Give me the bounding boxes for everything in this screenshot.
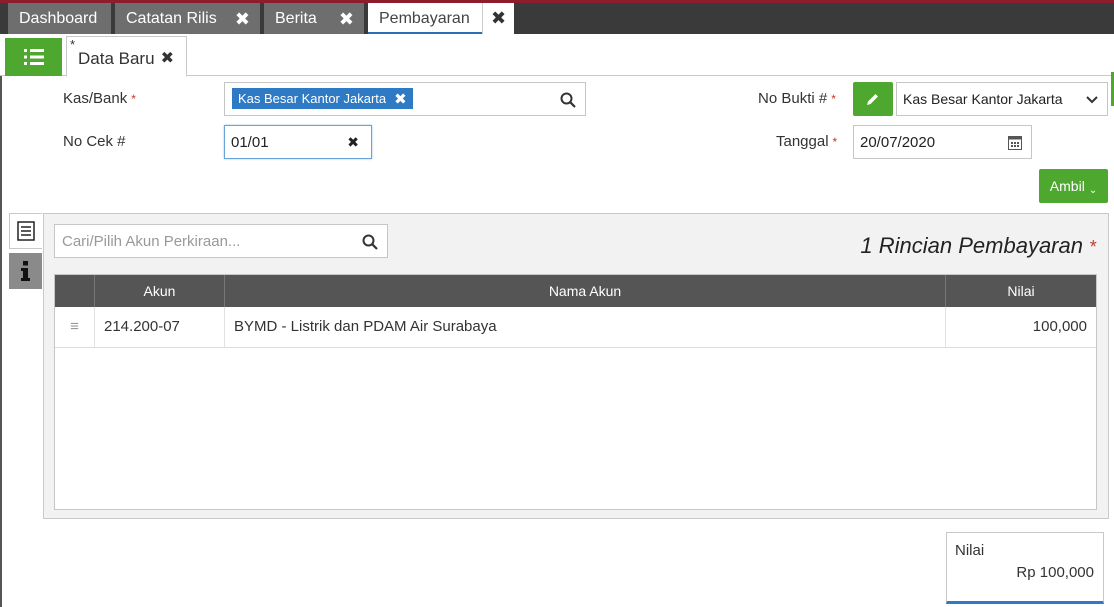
no-cek-input[interactable]: 01/01 ✖ (224, 125, 372, 159)
pencil-icon (867, 94, 878, 105)
column-header-nama-akun: Nama Akun (225, 275, 946, 307)
left-border (0, 34, 2, 607)
modified-marker: * (70, 37, 76, 52)
ambil-label: Ambil (1049, 178, 1085, 194)
calendar-icon[interactable] (1008, 135, 1022, 150)
kas-bank-label: Kas/Bank * (63, 90, 136, 107)
table-header: Akun Nama Akun Nilai (55, 275, 1096, 307)
tab-dashboard[interactable]: Dashboard (8, 3, 111, 34)
tab-berita[interactable]: Berita ✖ (264, 3, 364, 34)
total-label: Nilai (955, 542, 985, 559)
close-icon[interactable]: ✖ (161, 48, 174, 68)
no-bukti-select-value: Kas Besar Kantor Jakarta (903, 91, 1063, 107)
close-icon[interactable]: ✖ (235, 9, 250, 30)
tab-label: Pembayaran (379, 9, 470, 27)
sub-header: * Data Baru ✖ (0, 34, 1114, 106)
no-bukti-label: No Bukti # * (758, 90, 836, 107)
detail-list-tab[interactable] (9, 213, 42, 249)
total-box: Nilai Rp 100,000 (946, 532, 1104, 604)
document-icon (17, 221, 35, 241)
drag-handle-icon[interactable]: ≡ (55, 307, 95, 347)
detail-panel: Cari/Pilih Akun Perkiraan... 1 Rincian P… (43, 213, 1109, 519)
search-icon[interactable] (560, 92, 576, 108)
chevron-down-icon (1086, 96, 1098, 104)
cell-nama-akun: BYMD - Listrik dan PDAM Air Surabaya (225, 307, 946, 347)
column-header-akun: Akun (95, 275, 225, 307)
search-placeholder: Cari/Pilih Akun Perkiraan... (62, 233, 241, 250)
tab-pembayaran[interactable]: Pembayaran (368, 3, 482, 34)
info-tab[interactable] (9, 253, 42, 289)
subtab-label: Data Baru (78, 49, 155, 68)
no-cek-value: 01/01 (231, 134, 269, 151)
detail-table: Akun Nama Akun Nilai ≡ 214.200-07 BYMD -… (54, 274, 1097, 510)
kas-bank-field[interactable]: Kas Besar Kantor Jakarta ✖ (224, 82, 586, 116)
no-bukti-select[interactable]: Kas Besar Kantor Jakarta (896, 82, 1108, 116)
tab-pembayaran-close-icon[interactable]: ✖ (482, 3, 514, 34)
akun-search-input[interactable]: Cari/Pilih Akun Perkiraan... (54, 224, 388, 258)
kas-bank-chip: Kas Besar Kantor Jakarta ✖ (232, 88, 413, 109)
chip-remove-icon[interactable]: ✖ (394, 90, 407, 108)
subtab-data-baru[interactable]: * Data Baru ✖ (66, 36, 187, 77)
cell-akun: 214.200-07 (95, 307, 225, 347)
ambil-button[interactable]: Ambil ⌄ (1039, 169, 1108, 203)
tab-label: Catatan Rilis (126, 9, 217, 27)
chevron-down-icon: ⌄ (1088, 184, 1098, 196)
drag-column-header (55, 275, 95, 307)
clear-icon[interactable]: ✖ (347, 134, 359, 151)
detail-title: 1 Rincian Pembayaran * (860, 233, 1096, 258)
tanggal-label: Tanggal * (776, 133, 838, 150)
no-cek-label: No Cek # (63, 133, 126, 150)
chip-label: Kas Besar Kantor Jakarta (238, 91, 387, 106)
tab-label: Berita (275, 9, 317, 27)
cell-nilai: 100,000 (1032, 318, 1087, 335)
total-value: Rp 100,000 (1016, 564, 1094, 581)
column-header-nilai: Nilai (1007, 283, 1035, 299)
close-icon[interactable]: ✖ (339, 9, 354, 30)
list-view-button[interactable] (5, 38, 62, 76)
tanggal-input[interactable]: 20/07/2020 (853, 125, 1032, 159)
tab-label: Dashboard (19, 9, 98, 27)
info-icon (20, 261, 30, 281)
table-row[interactable]: ≡ 214.200-07 BYMD - Listrik dan PDAM Air… (55, 307, 1096, 348)
list-icon (23, 49, 44, 65)
search-icon[interactable] (362, 234, 378, 250)
tanggal-value: 20/07/2020 (860, 134, 936, 151)
tab-catatan-rilis[interactable]: Catatan Rilis ✖ (115, 3, 260, 34)
edit-no-bukti-button[interactable] (853, 82, 893, 116)
